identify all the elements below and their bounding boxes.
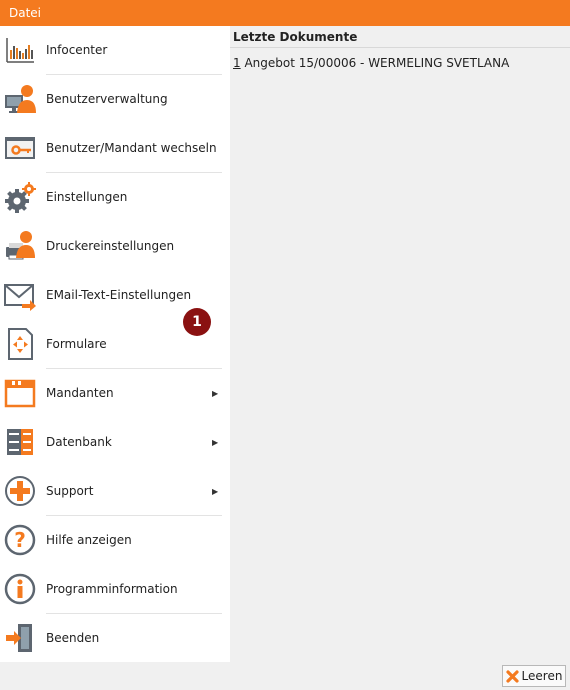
menu-item-label: Einstellungen	[46, 190, 128, 204]
document-title: Angebot 15/00006 - WERMELING SVETLANA	[240, 56, 510, 70]
menu-item-label: Support	[46, 484, 94, 498]
menu-item-programminformation[interactable]: Programminformation	[0, 565, 230, 613]
recent-documents-panel: Letzte Dokumente 1 Angebot 15/00006 - WE…	[230, 26, 570, 662]
mail-icon	[4, 284, 36, 311]
menu-item-beenden[interactable]: Beenden	[0, 614, 230, 662]
gear-icon	[5, 182, 36, 213]
menu-bar: Datei	[0, 0, 570, 26]
submenu-arrow-icon: ▶	[212, 486, 219, 496]
menu-item-label: Datenbank	[46, 435, 112, 449]
menu-item-benutzer-mandant-wechseln[interactable]: Benutzer/Mandant wechseln	[0, 124, 230, 172]
menu-item-datenbank[interactable]: Datenbank ▶	[0, 418, 230, 466]
user-monitor-icon	[5, 85, 36, 113]
database-icon	[7, 429, 33, 455]
chart-icon	[6, 38, 34, 63]
menu-item-support[interactable]: Support ▶	[0, 467, 230, 515]
menu-item-label: Mandanten	[46, 386, 114, 400]
plus-circle-icon	[5, 476, 35, 506]
menu-item-label: Infocenter	[46, 43, 108, 57]
recent-document-item[interactable]: 1 Angebot 15/00006 - WERMELING SVETLANA	[233, 56, 509, 70]
menu-item-label: Programminformation	[46, 582, 178, 596]
window-icon	[4, 379, 36, 408]
menu-item-label: Druckereinstellungen	[46, 239, 175, 253]
document-number: 1	[233, 56, 241, 70]
clear-button[interactable]: Leeren	[502, 665, 566, 687]
close-icon	[505, 669, 519, 683]
recent-documents-header: Letzte Dokumente	[233, 30, 358, 44]
menu-item-einstellungen[interactable]: Einstellungen	[0, 173, 230, 221]
backstage-menu: Infocenter Benutzerverwaltung Benutzer/M…	[0, 26, 230, 662]
exit-door-icon	[6, 624, 32, 652]
menu-item-label: Formulare	[46, 337, 107, 351]
file-tab[interactable]: Datei	[0, 0, 50, 26]
footer-bar	[0, 662, 570, 690]
menu-item-benutzerverwaltung[interactable]: Benutzerverwaltung	[0, 75, 230, 123]
divider	[230, 47, 570, 48]
menu-item-label: Benutzerverwaltung	[46, 92, 168, 106]
printer-icon	[6, 231, 35, 260]
menu-item-label: EMail-Text-Einstellungen	[46, 288, 192, 302]
info-icon	[4, 573, 36, 605]
submenu-arrow-icon: ▶	[212, 437, 219, 447]
switch-user-icon	[5, 137, 35, 159]
svg-text:?: ?	[14, 528, 26, 552]
menu-item-label: Hilfe anzeigen	[46, 533, 132, 547]
menu-item-infocenter[interactable]: Infocenter	[0, 26, 230, 74]
menu-item-druckereinstellungen[interactable]: Druckereinstellungen	[0, 222, 230, 270]
menu-item-mandanten[interactable]: Mandanten ▶	[0, 369, 230, 417]
form-icon	[8, 328, 33, 360]
clear-button-label: Leeren	[521, 669, 563, 683]
menu-item-hilfe-anzeigen[interactable]: ? Hilfe anzeigen	[0, 516, 230, 564]
callout-badge: 1	[183, 308, 211, 336]
menu-item-label: Benutzer/Mandant wechseln	[46, 141, 217, 155]
help-icon: ?	[4, 524, 36, 556]
menu-item-label: Beenden	[46, 631, 100, 645]
submenu-arrow-icon: ▶	[212, 388, 219, 398]
